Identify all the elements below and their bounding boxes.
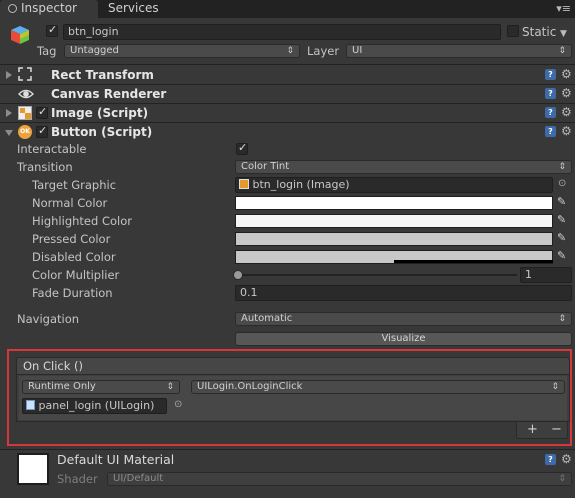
gear-icon[interactable]: ⚙ xyxy=(561,453,572,465)
eyedropper-icon[interactable]: ✎ xyxy=(557,195,566,208)
slider-thumb[interactable] xyxy=(233,270,243,280)
tab-bar: Inspector Services ▾≡ xyxy=(0,0,575,18)
rect-transform-icon xyxy=(18,67,32,81)
alpha-bar xyxy=(394,260,553,263)
highlighted-color-label: Highlighted Color xyxy=(32,214,132,228)
foldout-collapsed-icon[interactable] xyxy=(6,71,12,79)
target-graphic-field[interactable]: btn_login (Image) xyxy=(235,177,553,193)
disabled-color-field[interactable] xyxy=(235,250,553,264)
fade-duration-label: Fade Duration xyxy=(32,286,113,300)
info-icon xyxy=(8,4,17,13)
add-button[interactable]: + xyxy=(527,422,538,437)
menu-icon[interactable]: ▾≡ xyxy=(556,2,571,15)
static-dropdown-arrow-icon[interactable]: ▼ xyxy=(560,29,567,39)
gear-icon[interactable]: ⚙ xyxy=(561,68,572,80)
material-preview-icon xyxy=(17,453,49,485)
component-rect-transform[interactable]: Rect Transform ? ⚙ xyxy=(0,66,575,84)
color-multiplier-field[interactable]: 1 xyxy=(520,267,572,283)
target-graphic-label: Target Graphic xyxy=(32,178,117,192)
help-icon[interactable]: ? xyxy=(545,454,556,465)
tag-label: Tag xyxy=(37,44,57,58)
script-file-icon xyxy=(26,400,35,410)
help-icon[interactable]: ? xyxy=(545,88,556,99)
dropdown-arrow-icon: ⇕ xyxy=(558,46,566,56)
component-title: Button (Script) xyxy=(51,125,153,139)
dropdown-arrow-icon: ⇕ xyxy=(558,162,566,172)
tab-inspector[interactable]: Inspector xyxy=(0,0,98,18)
gameobject-cube-icon xyxy=(9,24,31,46)
layer-dropdown[interactable]: UI ⇕ xyxy=(346,44,572,58)
component-enabled-checkbox[interactable] xyxy=(36,124,48,138)
layer-label: Layer xyxy=(307,44,340,58)
ok-button-icon: OK xyxy=(18,125,32,139)
onclick-header: On Click () xyxy=(16,357,570,375)
eyedropper-icon[interactable]: ✎ xyxy=(557,249,566,262)
object-picker-icon[interactable]: ⊙ xyxy=(174,399,182,410)
onclick-object-field[interactable]: panel_login (UILogin) xyxy=(22,398,167,414)
object-picker-icon[interactable]: ⊙ xyxy=(558,178,566,189)
help-icon[interactable]: ? xyxy=(545,107,556,118)
interactable-label: Interactable xyxy=(17,142,87,156)
eyedropper-icon[interactable]: ✎ xyxy=(557,213,566,226)
runtime-dropdown[interactable]: Runtime Only ⇕ xyxy=(22,380,180,394)
component-enabled-checkbox[interactable] xyxy=(36,105,48,119)
dropdown-arrow-icon: ⇕ xyxy=(558,314,566,324)
divider xyxy=(0,449,575,450)
tag-dropdown[interactable]: Untagged ⇕ xyxy=(64,44,300,58)
normal-color-label: Normal Color xyxy=(32,196,108,210)
component-title: Rect Transform xyxy=(51,68,154,82)
gameobject-name-field[interactable]: btn_login xyxy=(63,24,501,40)
fade-duration-field[interactable]: 0.1 xyxy=(235,285,572,301)
remove-button[interactable]: − xyxy=(551,422,562,437)
interactable-checkbox[interactable] xyxy=(236,141,248,155)
component-title: Canvas Renderer xyxy=(51,87,167,101)
highlighted-color-field[interactable] xyxy=(235,214,553,228)
tab-services[interactable]: Services xyxy=(100,0,170,18)
onclick-footer: + − xyxy=(516,422,568,439)
normal-color-field[interactable] xyxy=(235,196,553,210)
pressed-color-field[interactable] xyxy=(235,232,553,246)
gear-icon[interactable]: ⚙ xyxy=(561,125,572,137)
shader-dropdown[interactable]: UI/Default ⇕ xyxy=(107,472,572,486)
onclick-title: On Click () xyxy=(23,359,84,373)
navigation-label: Navigation xyxy=(17,312,80,326)
dropdown-arrow-icon: ⇕ xyxy=(558,474,566,484)
foldout-expanded-icon[interactable] xyxy=(5,130,13,136)
static-label: Static xyxy=(522,25,557,39)
static-checkbox[interactable] xyxy=(507,25,519,37)
navigation-dropdown[interactable]: Automatic ⇕ xyxy=(235,312,572,326)
help-icon[interactable]: ? xyxy=(545,69,556,80)
divider xyxy=(0,64,575,65)
gear-icon[interactable]: ⚙ xyxy=(561,87,572,99)
eye-icon xyxy=(18,87,34,101)
foldout-collapsed-icon[interactable] xyxy=(6,109,12,117)
function-dropdown[interactable]: UILogin.OnLoginClick ⇕ xyxy=(191,380,565,394)
shader-label: Shader xyxy=(57,472,98,486)
component-canvas-renderer[interactable]: Canvas Renderer ? ⚙ xyxy=(0,85,575,103)
image-icon xyxy=(239,179,249,189)
transition-label: Transition xyxy=(17,160,73,174)
gameobject-active-checkbox[interactable] xyxy=(46,23,58,37)
dropdown-arrow-icon: ⇕ xyxy=(551,382,559,392)
pressed-color-label: Pressed Color xyxy=(32,232,111,246)
material-name: Default UI Material xyxy=(57,452,175,467)
help-icon[interactable]: ? xyxy=(545,126,556,137)
dropdown-arrow-icon: ⇕ xyxy=(166,382,174,392)
eyedropper-icon[interactable]: ✎ xyxy=(557,231,566,244)
visualize-button[interactable]: Visualize xyxy=(235,332,572,346)
transition-dropdown[interactable]: Color Tint ⇕ xyxy=(235,160,572,174)
component-title: Image (Script) xyxy=(51,106,149,120)
gear-icon[interactable]: ⚙ xyxy=(561,106,572,118)
color-multiplier-slider[interactable] xyxy=(233,270,517,280)
component-image-script[interactable]: Image (Script) ? ⚙ xyxy=(0,104,575,122)
dropdown-arrow-icon: ⇕ xyxy=(286,46,294,56)
component-button-script[interactable]: OK Button (Script) ? ⚙ xyxy=(0,123,575,141)
color-multiplier-label: Color Multiplier xyxy=(32,268,120,282)
image-icon xyxy=(18,106,32,120)
disabled-color-label: Disabled Color xyxy=(32,250,116,264)
